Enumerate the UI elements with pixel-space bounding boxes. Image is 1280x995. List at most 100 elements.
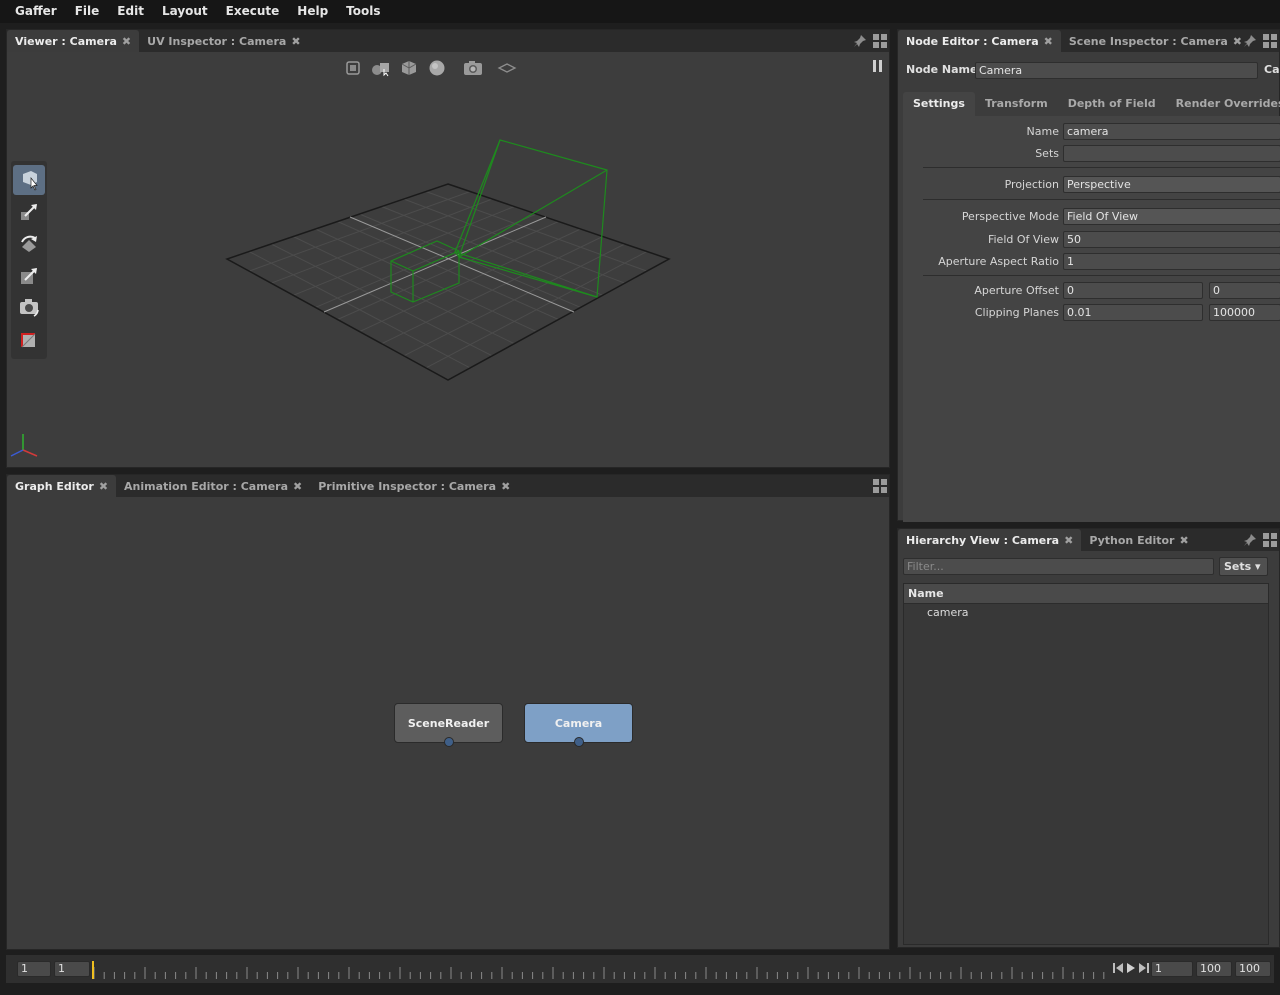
grid-line	[359, 228, 581, 333]
pin-icon[interactable]	[853, 34, 867, 48]
menu-edit[interactable]: Edit	[108, 0, 153, 23]
range-end-field[interactable]: 100	[1235, 961, 1271, 977]
node-scenereader[interactable]: SceneReader	[394, 703, 503, 747]
close-icon[interactable]: ✖	[1064, 534, 1073, 547]
tab-label: Graph Editor	[15, 479, 94, 493]
tab-settings[interactable]: Settings	[903, 92, 975, 116]
start-frame-field[interactable]: 1	[17, 961, 51, 977]
viewer-panel: Viewer : Camera ✖ UV Inspector : Camera ✖	[6, 29, 890, 468]
sets-row: Sets	[903, 145, 1280, 163]
aperture-offset-y-field[interactable]: 0	[1209, 282, 1280, 299]
tab-transform[interactable]: Transform	[975, 92, 1058, 116]
hierarchy-tree: Name camera	[903, 583, 1269, 945]
panel-layout-icon[interactable]	[873, 479, 887, 493]
playback-controls	[1113, 962, 1149, 974]
divider	[923, 275, 1280, 276]
pin-icon[interactable]	[1243, 34, 1257, 48]
column-header-name[interactable]: Name	[904, 584, 1268, 604]
node-output-plug[interactable]	[443, 737, 454, 747]
tab-viewer[interactable]: Viewer : Camera ✖	[7, 30, 140, 52]
jump-to-start-icon[interactable]	[1113, 962, 1123, 974]
camera-wireframe	[390, 139, 608, 303]
clipping-near-field[interactable]: 0.01	[1063, 304, 1203, 321]
settings-section: Name camera Sets Projection Perspective …	[903, 116, 1280, 522]
projection-label: Projection	[1004, 178, 1059, 191]
field-of-view-field[interactable]: 50	[1063, 231, 1280, 248]
close-icon[interactable]: ✖	[1233, 35, 1242, 48]
node-label: SceneReader	[407, 716, 490, 730]
tab-bar-icons	[1243, 34, 1277, 48]
tab-depth-of-field[interactable]: Depth of Field	[1058, 92, 1166, 116]
tab-label: Python Editor	[1089, 533, 1175, 547]
menu-bar: Gaffer File Edit Layout Execute Help Too…	[0, 0, 1280, 23]
node-name-field[interactable]: Camera	[975, 62, 1258, 79]
menu-tools[interactable]: Tools	[337, 0, 389, 23]
tree-row[interactable]: camera	[904, 604, 1268, 622]
tab-uv-inspector[interactable]: UV Inspector : Camera ✖	[139, 30, 308, 52]
menu-file[interactable]: File	[66, 0, 109, 23]
close-icon[interactable]: ✖	[293, 480, 302, 493]
playhead[interactable]	[92, 961, 94, 979]
pin-icon[interactable]	[1243, 533, 1257, 547]
filter-input[interactable]: Filter...	[903, 558, 1214, 575]
tab-bar-icons	[1243, 533, 1277, 547]
node-type-label: Ca	[1264, 63, 1280, 76]
name-label: Name	[1026, 125, 1059, 138]
projection-dropdown[interactable]: Perspective	[1063, 176, 1280, 193]
timeline-slider[interactable]	[92, 959, 1118, 981]
jump-to-end-icon[interactable]	[1139, 962, 1149, 974]
close-icon[interactable]: ✖	[501, 480, 510, 493]
name-field[interactable]: camera	[1063, 123, 1280, 140]
node-camera[interactable]: Camera	[524, 703, 633, 747]
panel-layout-icon[interactable]	[873, 34, 887, 48]
menu-help[interactable]: Help	[288, 0, 337, 23]
node-name-label: Node Name	[906, 63, 978, 76]
node-label: Camera	[554, 716, 603, 730]
close-icon[interactable]: ✖	[1179, 534, 1188, 547]
menu-layout[interactable]: Layout	[153, 0, 217, 23]
aperture-aspect-ratio-field[interactable]: 1	[1063, 253, 1280, 270]
close-icon[interactable]: ✖	[1044, 35, 1053, 48]
viewport-3d[interactable]	[7, 52, 889, 467]
menu-gaffer[interactable]: Gaffer	[6, 0, 66, 23]
projection-row: Projection Perspective	[903, 176, 1280, 194]
tab-label: Primitive Inspector : Camera	[318, 479, 497, 493]
current-start-field[interactable]: 1	[54, 961, 90, 977]
close-icon[interactable]: ✖	[291, 35, 300, 48]
tab-scene-inspector[interactable]: Scene Inspector : Camera ✖	[1061, 30, 1250, 52]
sets-dropdown-button[interactable]: Sets ▾	[1219, 557, 1268, 576]
tab-animation-editor[interactable]: Animation Editor : Camera ✖	[116, 475, 310, 497]
tab-render-overrides[interactable]: Render Overrides	[1166, 92, 1280, 116]
tab-bar-icons	[873, 479, 887, 493]
tab-hierarchy-view[interactable]: Hierarchy View : Camera ✖	[898, 529, 1082, 551]
aperture-offset-row: Aperture Offset 0 0	[903, 282, 1280, 300]
close-icon[interactable]: ✖	[99, 480, 108, 493]
end-frame-field[interactable]: 100	[1196, 961, 1232, 977]
menu-execute[interactable]: Execute	[217, 0, 289, 23]
current-frame-field[interactable]: 1	[1151, 961, 1193, 977]
perspective-mode-dropdown[interactable]: Field Of View	[1063, 208, 1280, 225]
node-output-plug[interactable]	[573, 737, 584, 747]
clipping-far-field[interactable]: 100000	[1209, 304, 1280, 321]
tab-python-editor[interactable]: Python Editor ✖	[1081, 529, 1196, 551]
graph-editor-panel: Graph Editor ✖ Animation Editor : Camera ✖…	[6, 474, 890, 950]
panel-layout-icon[interactable]	[1263, 533, 1277, 547]
tab-node-editor[interactable]: Node Editor : Camera ✖	[898, 30, 1061, 52]
node-editor-panel: Node Editor : Camera ✖ Scene Inspector : …	[897, 29, 1280, 522]
tab-label: Animation Editor : Camera	[124, 479, 288, 493]
close-icon[interactable]: ✖	[122, 35, 131, 48]
timeline-bar: 1 1 1 100 100	[6, 955, 1274, 983]
clipping-planes-row: Clipping Planes 0.01 100000	[903, 304, 1280, 322]
sets-label: Sets	[1035, 147, 1059, 160]
aperture-offset-x-field[interactable]: 0	[1063, 282, 1203, 299]
play-icon[interactable]	[1126, 962, 1136, 974]
tab-label: Hierarchy View : Camera	[906, 533, 1060, 547]
panel-layout-icon[interactable]	[1263, 34, 1277, 48]
name-row: Name camera	[903, 123, 1280, 141]
sets-field[interactable]	[1063, 145, 1280, 162]
tab-graph-editor[interactable]: Graph Editor ✖	[7, 475, 117, 497]
tab-label: UV Inspector : Camera	[147, 34, 287, 48]
tab-bar-icons	[853, 34, 887, 48]
tab-primitive-inspector[interactable]: Primitive Inspector : Camera ✖	[310, 475, 518, 497]
grid-line	[315, 228, 537, 333]
